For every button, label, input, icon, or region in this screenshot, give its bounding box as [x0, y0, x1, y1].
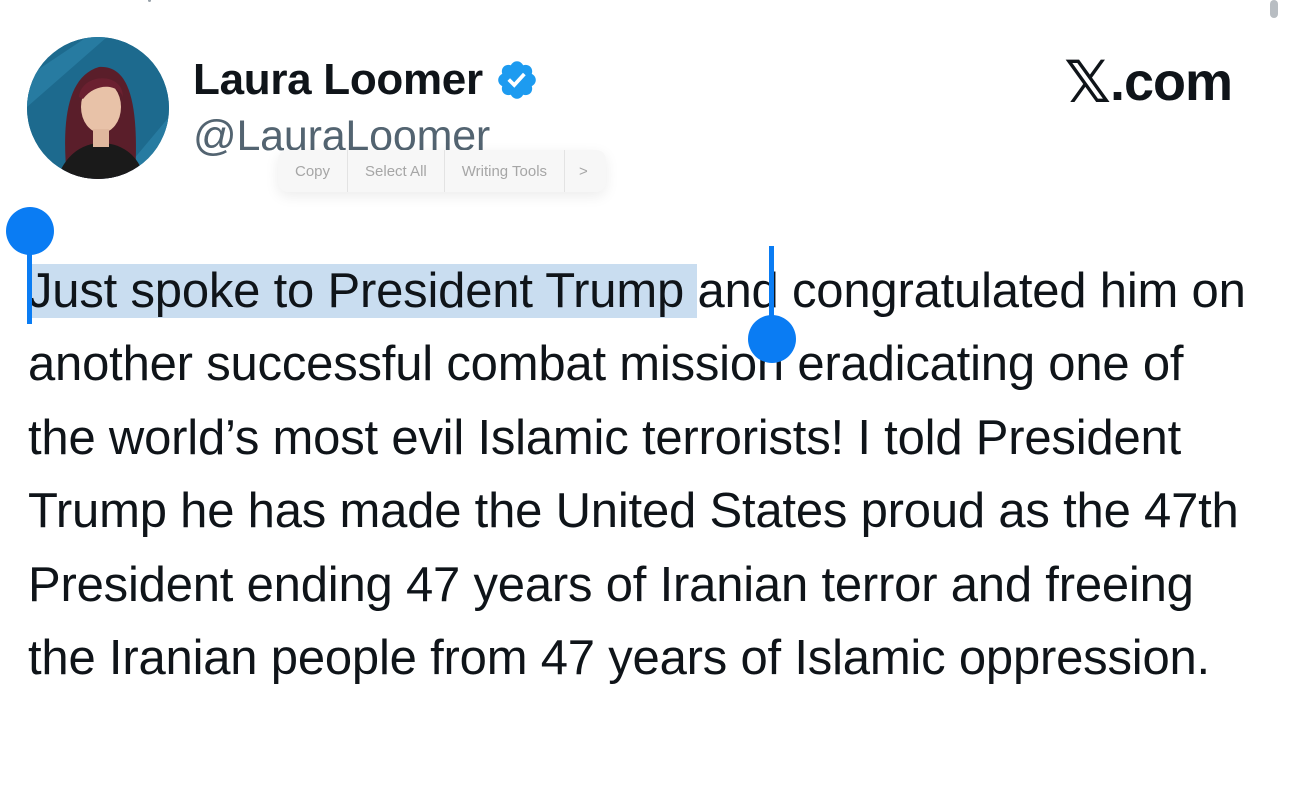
fragment-bar — [148, 0, 151, 2]
more-chevron-icon[interactable]: > — [565, 150, 602, 192]
selection-start-handle-line[interactable] — [27, 246, 32, 324]
scrollbar[interactable] — [1270, 0, 1278, 18]
x-logo-icon: 𝕏 — [1064, 48, 1111, 116]
tweet-text[interactable]: Just spoke to President Trump and congra… — [28, 255, 1248, 695]
verified-badge-icon — [498, 61, 536, 99]
author-name-row[interactable]: Laura Loomer — [193, 52, 539, 108]
avatar[interactable] — [27, 37, 169, 179]
avatar-image — [27, 37, 169, 179]
select-all-menu-item[interactable]: Select All — [348, 150, 445, 192]
previous-item-fragment — [140, 0, 340, 4]
selected-text[interactable]: Just spoke to President Trump — [28, 264, 698, 318]
selection-end-handle[interactable] — [748, 315, 796, 363]
brand-suffix: .com — [1109, 52, 1233, 112]
selection-start-handle[interactable] — [6, 207, 54, 255]
unselected-text[interactable]: and congratulated him on another success… — [28, 264, 1259, 685]
copy-menu-item[interactable]: Copy — [278, 150, 349, 192]
brand-logo: 𝕏 .com — [1064, 48, 1233, 116]
text-selection-menu: Copy Select All Writing Tools > — [278, 150, 606, 192]
writing-tools-menu-item[interactable]: Writing Tools — [445, 150, 566, 192]
selection-end-handle-line[interactable] — [769, 246, 774, 324]
display-name[interactable]: Laura Loomer — [193, 55, 483, 105]
